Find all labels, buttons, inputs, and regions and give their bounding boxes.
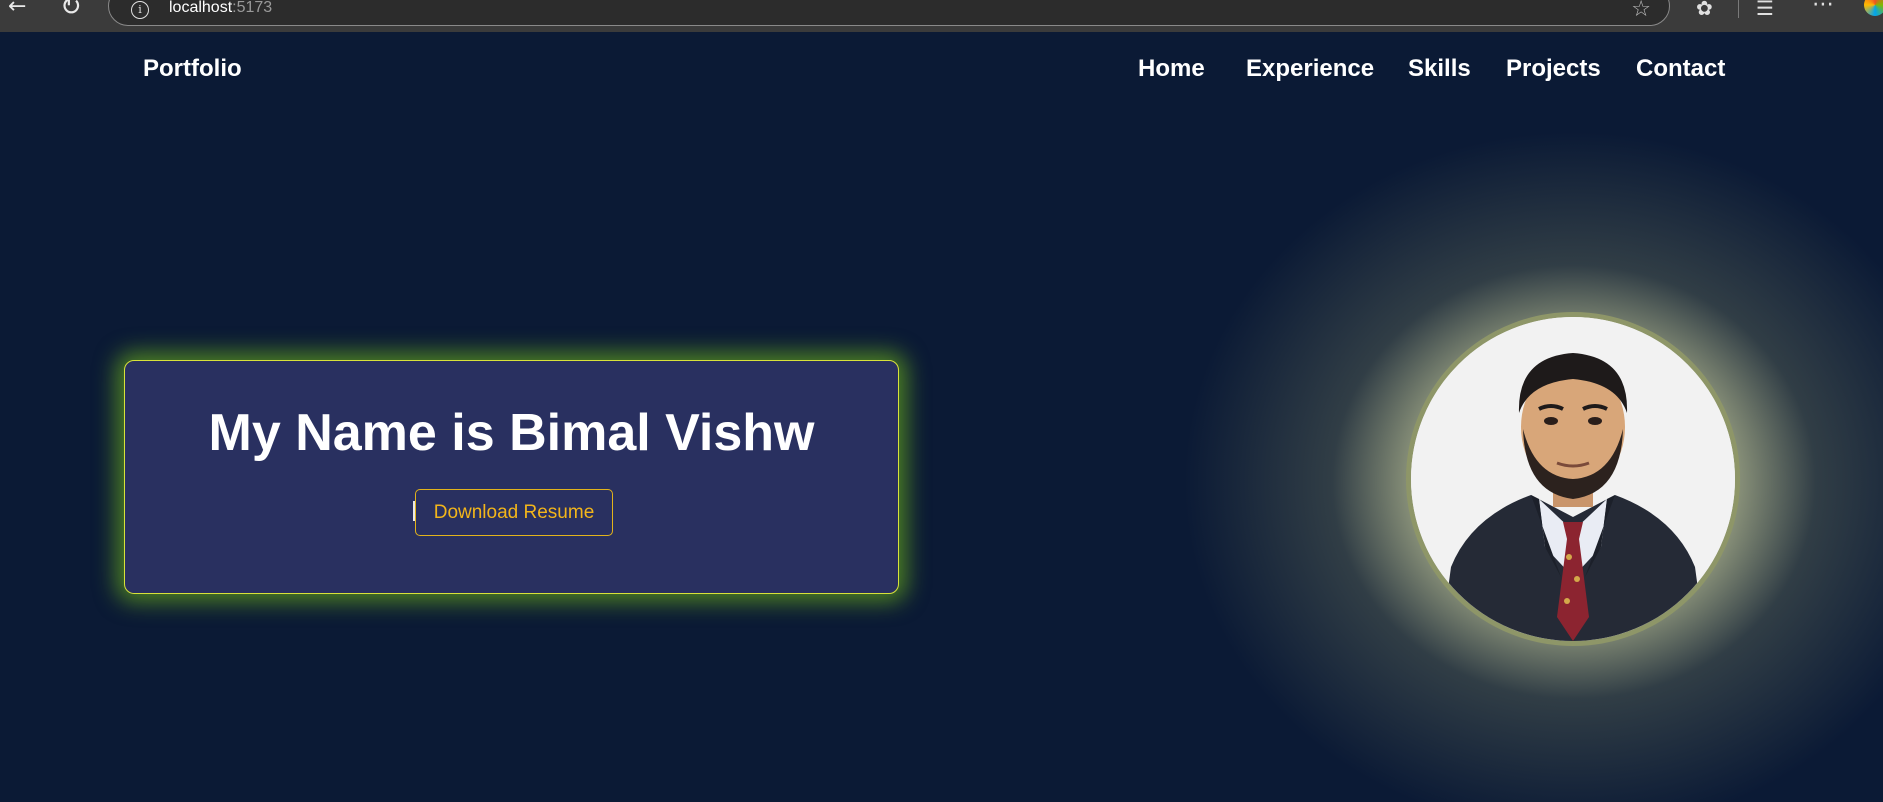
browser-toolbar: ← ↻ i localhost:5173 ☆ ✿ ☰ ⋯ [0,0,1883,32]
url-host: localhost [169,0,233,16]
extensions-icon[interactable]: ✿ [1696,0,1713,20]
profile-photo [1411,317,1735,641]
nav-skills[interactable]: Skills [1408,55,1471,83]
intro-card: My Name is Bimal Vishw Download Resume [124,360,899,594]
nav-home[interactable]: Home [1138,55,1205,83]
hero-title: My Name is Bimal Vishw [208,404,815,462]
info-icon[interactable]: i [131,1,149,19]
copilot-icon[interactable] [1864,0,1883,16]
star-icon[interactable]: ☆ [1631,0,1651,22]
brand-logo[interactable]: Portfolio [143,55,242,83]
nav-experience[interactable]: Experience [1246,55,1374,83]
favorites-icon[interactable]: ☰ [1756,0,1774,20]
reload-icon[interactable]: ↻ [60,0,82,20]
profile-avatar [1406,312,1740,646]
more-icon[interactable]: ⋯ [1812,0,1835,17]
nav-projects[interactable]: Projects [1506,55,1601,83]
address-bar[interactable]: i localhost:5173 ☆ [108,0,1670,26]
download-resume-button[interactable]: Download Resume [415,489,613,536]
nav-contact[interactable]: Contact [1636,55,1725,83]
back-arrow-icon[interactable]: ← [8,0,26,18]
toolbar-divider [1738,0,1739,18]
url-text[interactable]: localhost:5173 [169,0,272,17]
url-port: :5173 [232,0,273,16]
